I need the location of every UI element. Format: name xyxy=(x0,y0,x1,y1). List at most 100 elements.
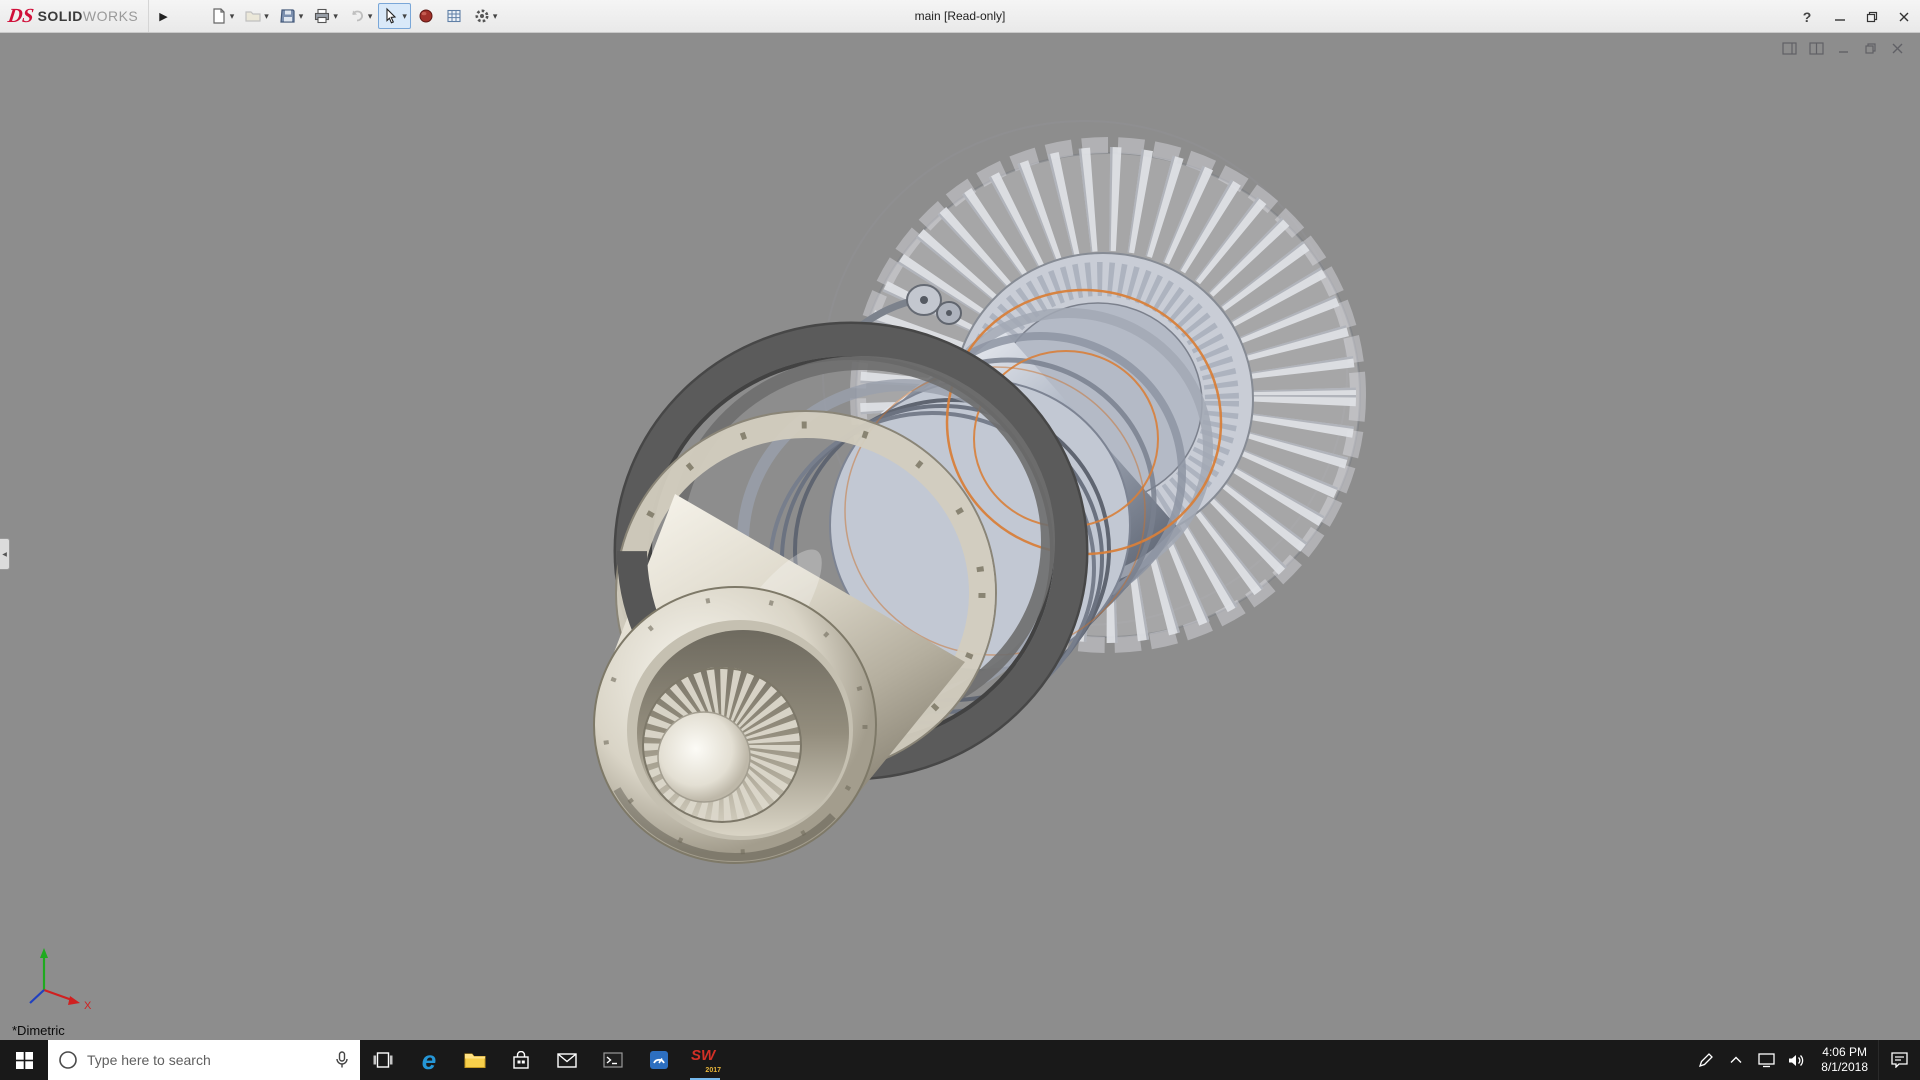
pane-split-icon xyxy=(1809,42,1824,55)
microphone-icon[interactable] xyxy=(334,1051,350,1069)
action-center-icon xyxy=(1891,1052,1908,1068)
caret-down-icon[interactable]: ▾ xyxy=(333,11,338,22)
options-gear-icon xyxy=(473,7,491,25)
evaluate-button[interactable] xyxy=(441,3,467,29)
caret-down-icon[interactable]: ▾ xyxy=(230,11,235,22)
standard-toolbar: ▾ ▾ ▾ ▾ ▾ ▾ ▾ xyxy=(206,3,502,29)
caret-down-icon[interactable]: ▾ xyxy=(264,11,269,22)
print-icon xyxy=(313,7,331,25)
pane-icon xyxy=(1782,42,1797,55)
child-pane2-button[interactable] xyxy=(1807,40,1825,56)
child-close-button[interactable] xyxy=(1888,40,1906,56)
display-status-button[interactable] xyxy=(1751,1040,1781,1080)
open-icon xyxy=(244,7,262,25)
taskbar-solidworks-button[interactable]: SW 2017 xyxy=(682,1040,728,1080)
child-window-controls xyxy=(1780,40,1906,56)
taskbar-blue-app-button[interactable] xyxy=(636,1040,682,1080)
taskbar-search[interactable] xyxy=(48,1040,360,1080)
select-cursor-icon xyxy=(382,7,400,25)
triad-x-label: X xyxy=(84,1000,92,1012)
tray-expand-caret-icon xyxy=(1730,1056,1742,1064)
caret-down-icon[interactable]: ▾ xyxy=(299,11,304,22)
new-document-button[interactable]: ▾ xyxy=(206,3,239,29)
action-center-button[interactable] xyxy=(1878,1040,1920,1080)
close-button[interactable] xyxy=(1888,0,1920,33)
evaluate-grid-icon xyxy=(445,7,463,25)
restore-button[interactable] xyxy=(1856,0,1888,33)
child-restore-button[interactable] xyxy=(1861,40,1879,56)
display-icon xyxy=(1758,1053,1775,1068)
cortana-circle-icon xyxy=(58,1050,78,1070)
start-button[interactable] xyxy=(0,1040,48,1080)
panel-flyout-tab[interactable]: ◀ xyxy=(0,538,10,570)
search-input[interactable] xyxy=(87,1052,325,1068)
solidworks-app-icon: SW 2017 xyxy=(691,1047,719,1073)
triad-x-axis xyxy=(44,990,72,1000)
volume-button[interactable] xyxy=(1781,1040,1811,1080)
edge-icon: e xyxy=(422,1047,436,1073)
engine-model-3d[interactable] xyxy=(0,33,1920,1040)
window-controls: ? xyxy=(1790,0,1920,33)
child-close-icon xyxy=(1891,42,1904,55)
options-button[interactable]: ▾ xyxy=(469,3,502,29)
solidworks-logo: DS SOLIDWORKS xyxy=(0,0,148,32)
child-restore-icon xyxy=(1864,42,1877,55)
minimize-button[interactable] xyxy=(1824,0,1856,33)
store-icon xyxy=(512,1051,530,1070)
windows-start-icon xyxy=(16,1052,33,1069)
document-title: main [Read-only] xyxy=(915,9,1006,23)
taskbar-edge-button[interactable]: e xyxy=(406,1040,452,1080)
triad-z-axis xyxy=(30,990,44,1003)
task-view-button[interactable] xyxy=(360,1040,406,1080)
clock-time: 4:06 PM xyxy=(1821,1045,1868,1060)
undo-icon xyxy=(348,7,366,25)
blue-app-icon xyxy=(649,1050,669,1070)
restore-icon xyxy=(1866,11,1878,23)
taskbar-console-button[interactable] xyxy=(590,1040,636,1080)
caret-down-icon[interactable]: ▾ xyxy=(493,11,498,22)
open-button[interactable]: ▾ xyxy=(240,3,273,29)
menu-flyout-arrow-icon[interactable]: ▶ xyxy=(148,0,177,32)
undo-button[interactable]: ▾ xyxy=(344,3,377,29)
child-minimize-button[interactable] xyxy=(1834,40,1852,56)
help-button[interactable]: ? xyxy=(1790,9,1824,25)
sw-badge-year: 2017 xyxy=(705,1067,721,1074)
taskbar-file-explorer-button[interactable] xyxy=(452,1040,498,1080)
minimize-icon xyxy=(1834,11,1846,23)
child-minimize-icon xyxy=(1837,42,1850,55)
print-button[interactable]: ▾ xyxy=(309,3,342,29)
sw-badge-text: SW xyxy=(691,1047,715,1064)
graphics-area[interactable]: ◀ X *Dimetric xyxy=(0,33,1920,1040)
save-button[interactable]: ▾ xyxy=(275,3,308,29)
pen-settings-button[interactable] xyxy=(1691,1040,1721,1080)
brand-works: WORKS xyxy=(83,8,138,24)
appearance-button[interactable] xyxy=(413,3,439,29)
taskbar-clock[interactable]: 4:06 PM 8/1/2018 xyxy=(1811,1045,1878,1075)
select-button[interactable]: ▾ xyxy=(378,3,411,29)
save-icon xyxy=(279,7,297,25)
close-icon xyxy=(1898,11,1910,23)
volume-icon xyxy=(1788,1053,1805,1068)
titlebar: DS SOLIDWORKS ▶ ▾ ▾ ▾ ▾ ▾ ▾ xyxy=(0,0,1920,33)
task-view-icon xyxy=(373,1052,393,1068)
console-icon xyxy=(603,1052,623,1068)
tray-expand-button[interactable] xyxy=(1721,1040,1751,1080)
clock-date: 8/1/2018 xyxy=(1821,1060,1868,1075)
panel-collapse-arrow-icon: ◀ xyxy=(2,551,7,558)
brand-solid: SOLID xyxy=(38,8,83,24)
child-pane-button[interactable] xyxy=(1780,40,1798,56)
pen-icon xyxy=(1698,1052,1714,1068)
taskbar-store-button[interactable] xyxy=(498,1040,544,1080)
appearance-sphere-icon xyxy=(417,7,435,25)
new-document-icon xyxy=(210,7,228,25)
windows-taskbar: e SW 2017 4:06 PM 8 xyxy=(0,1040,1920,1080)
ds-logo-icon: DS xyxy=(6,5,35,28)
taskbar-mail-button[interactable] xyxy=(544,1040,590,1080)
caret-down-icon[interactable]: ▾ xyxy=(402,11,407,22)
orientation-triad[interactable]: X xyxy=(18,942,108,1012)
system-tray: 4:06 PM 8/1/2018 xyxy=(1691,1040,1920,1080)
file-explorer-icon xyxy=(464,1051,486,1069)
mail-icon xyxy=(557,1053,577,1068)
caret-down-icon[interactable]: ▾ xyxy=(368,11,373,22)
view-orientation-label: *Dimetric xyxy=(12,1023,65,1038)
